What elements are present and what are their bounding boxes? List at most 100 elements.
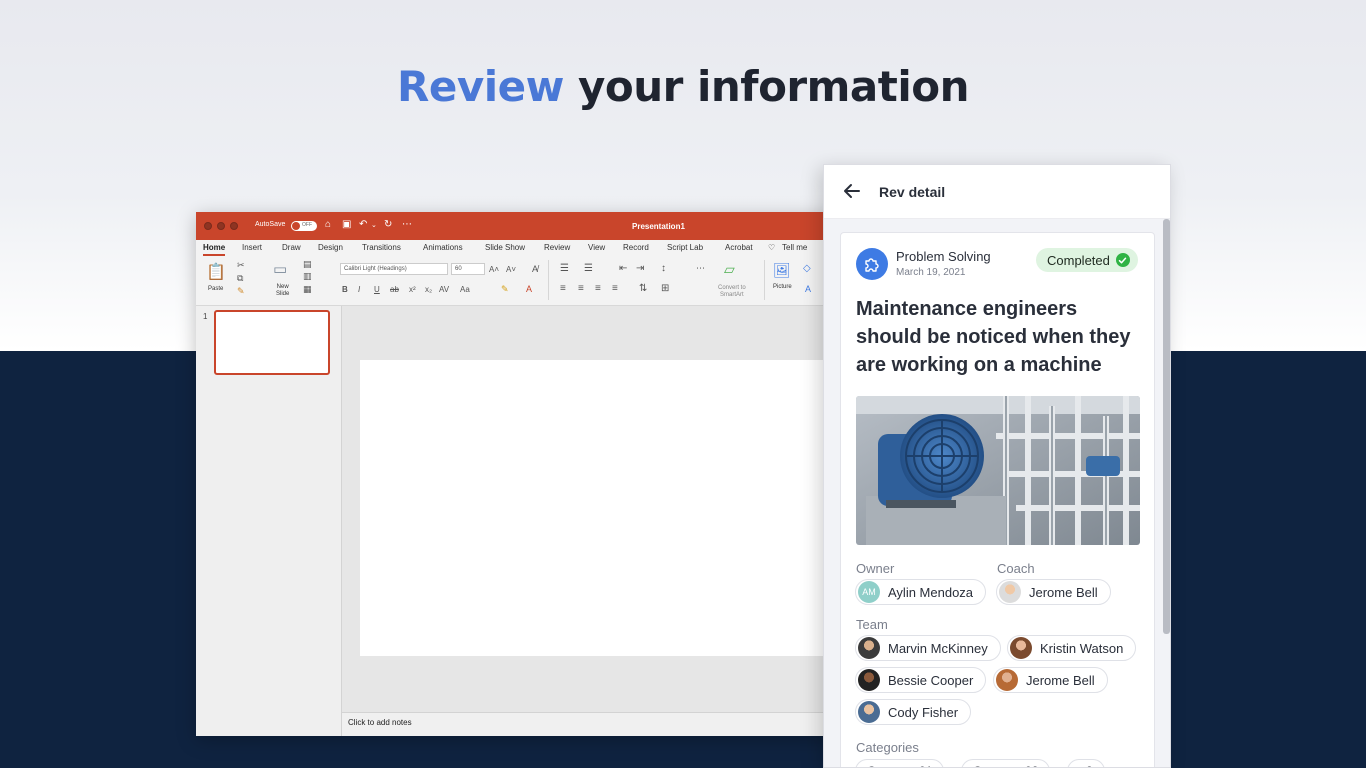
machine-photo xyxy=(856,396,1140,545)
font-size-select[interactable]: 60 xyxy=(451,263,485,275)
panel-scrollbar[interactable] xyxy=(1163,219,1170,634)
reset-icon[interactable]: ▥ xyxy=(303,271,312,282)
align-text-icon[interactable]: ⊞ xyxy=(661,283,669,294)
owner-chip[interactable]: AM Aylin Mendoza xyxy=(855,579,987,605)
align-right-icon[interactable]: ≡ xyxy=(595,283,601,294)
category-chip[interactable]: Category 01 xyxy=(855,759,945,767)
line-spacing-icon[interactable]: ↕ xyxy=(661,263,666,274)
align-left-icon[interactable]: ≡ xyxy=(560,283,566,294)
italic-icon[interactable]: I xyxy=(358,285,360,294)
numbering-icon[interactable]: ☰ xyxy=(584,263,593,274)
undo-icon[interactable]: ↶ xyxy=(359,219,367,230)
text-direction-icon[interactable]: ⇅ xyxy=(639,283,647,294)
section-icon[interactable]: ▦ xyxy=(303,284,312,295)
back-arrow-icon[interactable] xyxy=(842,181,862,201)
slide-number: 1 xyxy=(203,312,208,321)
tab-draw[interactable]: Draw xyxy=(282,243,301,252)
more-icon[interactable]: ⋯ xyxy=(402,219,412,230)
panel-header: Rev detail xyxy=(824,165,1170,219)
team-member-name: Bessie Cooper xyxy=(888,672,974,688)
team-member-chip[interactable]: Cody Fisher xyxy=(855,699,972,725)
increase-indent-icon[interactable]: ⇥ xyxy=(636,263,644,274)
superscript-icon[interactable]: x² xyxy=(409,285,416,294)
bold-icon[interactable]: B xyxy=(342,285,348,294)
format-painter-icon[interactable]: ✎ xyxy=(237,286,245,297)
team-member-chip[interactable]: Kristin Watson xyxy=(1007,635,1137,661)
character-spacing-icon[interactable]: AV xyxy=(439,285,449,294)
team-member-chip[interactable]: Marvin McKinney xyxy=(855,635,1001,661)
save-icon[interactable]: ▣ xyxy=(342,219,351,230)
strikethrough-icon[interactable]: ab xyxy=(390,285,399,294)
smartart-icon[interactable]: ▱ xyxy=(724,261,735,278)
font-family-value: Calibri Light (Headings) xyxy=(344,266,407,272)
avatar xyxy=(858,701,880,723)
shapes-icon[interactable]: ◇ xyxy=(803,263,811,274)
paste-icon[interactable]: 📋 xyxy=(206,262,226,282)
textbox-icon[interactable]: A xyxy=(805,284,811,294)
tab-design[interactable]: Design xyxy=(318,243,343,252)
tab-insert[interactable]: Insert xyxy=(242,243,262,252)
autosave-toggle-state: OFF xyxy=(302,222,312,228)
more-categories-chip[interactable]: +2 xyxy=(1067,759,1105,767)
puzzle-icon xyxy=(856,248,888,280)
clear-format-icon[interactable]: A̸ xyxy=(532,264,538,274)
autosave-toggle[interactable]: OFF xyxy=(291,221,317,231)
tab-acrobat[interactable]: Acrobat xyxy=(725,243,753,252)
decrease-indent-icon[interactable]: ⇤ xyxy=(619,263,627,274)
team-member-name: Jerome Bell xyxy=(1026,672,1095,688)
underline-icon[interactable]: U xyxy=(374,285,380,294)
coach-chip[interactable]: Jerome Bell xyxy=(996,579,1111,605)
slide-thumbnails-pane: 1 xyxy=(196,306,342,736)
check-icon xyxy=(1115,253,1130,267)
font-family-select[interactable]: Calibri Light (Headings) xyxy=(340,263,448,275)
team-member-name: Marvin McKinney xyxy=(888,640,988,656)
team-member-name: Kristin Watson xyxy=(1040,640,1124,656)
align-center-icon[interactable]: ≡ xyxy=(578,283,584,294)
picture-icon[interactable]: 🖼 xyxy=(773,262,791,279)
tab-animations[interactable]: Animations xyxy=(423,243,463,252)
font-color-icon[interactable]: A xyxy=(526,284,532,294)
undo-dropdown-icon[interactable]: ⌄ xyxy=(371,221,377,229)
ppt-workspace: 1 Click to add notes xyxy=(196,306,836,736)
tab-transitions[interactable]: Transitions xyxy=(362,243,401,252)
ribbon-separator xyxy=(548,260,549,300)
layout-icon[interactable]: ▤ xyxy=(303,259,312,270)
columns-icon[interactable]: ⋯ xyxy=(696,263,705,274)
home-icon[interactable]: ⌂ xyxy=(325,219,331,230)
avatar xyxy=(858,669,880,691)
zoom-window-button[interactable] xyxy=(230,222,238,230)
slide-thumbnail[interactable] xyxy=(214,310,330,375)
tab-view[interactable]: View xyxy=(588,243,605,252)
team-member-chip[interactable]: Bessie Cooper xyxy=(855,667,987,693)
redo-icon[interactable]: ↻ xyxy=(384,219,392,230)
paste-label: Paste xyxy=(208,286,224,292)
slide-canvas[interactable] xyxy=(360,360,836,656)
tab-slide-show[interactable]: Slide Show xyxy=(485,243,525,252)
panel-title: Rev detail xyxy=(879,184,946,200)
team-member-chip[interactable]: Jerome Bell xyxy=(993,667,1108,693)
tab-review[interactable]: Review xyxy=(544,243,570,252)
increase-font-icon[interactable]: A˄ xyxy=(489,265,499,274)
tab-tell-me[interactable]: Tell me xyxy=(782,243,807,252)
copy-icon[interactable]: ⧉ xyxy=(237,273,243,284)
team-member-name: Cody Fisher xyxy=(888,704,959,720)
avatar xyxy=(996,669,1018,691)
new-slide-icon[interactable]: ▭ xyxy=(273,260,287,278)
notes-pane[interactable]: Click to add notes xyxy=(342,712,836,736)
tab-record[interactable]: Record xyxy=(623,243,649,252)
category-chip[interactable]: Category 02 xyxy=(961,759,1051,767)
highlight-icon[interactable]: ✎ xyxy=(501,284,509,295)
bullets-icon[interactable]: ☰ xyxy=(560,263,569,274)
coach-label: Coach xyxy=(997,561,1035,576)
cut-icon[interactable]: ✂ xyxy=(237,260,245,271)
new-slide-label: New Slide xyxy=(276,284,290,297)
justify-icon[interactable]: ≡ xyxy=(612,283,618,294)
change-case-icon[interactable]: Aa xyxy=(460,285,470,294)
tab-home[interactable]: Home xyxy=(203,243,226,256)
subscript-icon[interactable]: x₂ xyxy=(425,285,432,294)
minimize-window-button[interactable] xyxy=(217,222,225,230)
powerpoint-window: AutoSave OFF ⌂ ▣ ↶ ⌄ ↻ ⋯ Presentation1 H… xyxy=(196,212,836,736)
decrease-font-icon[interactable]: A˅ xyxy=(506,265,516,274)
tab-script-lab[interactable]: Script Lab xyxy=(667,243,703,252)
close-window-button[interactable] xyxy=(204,222,212,230)
